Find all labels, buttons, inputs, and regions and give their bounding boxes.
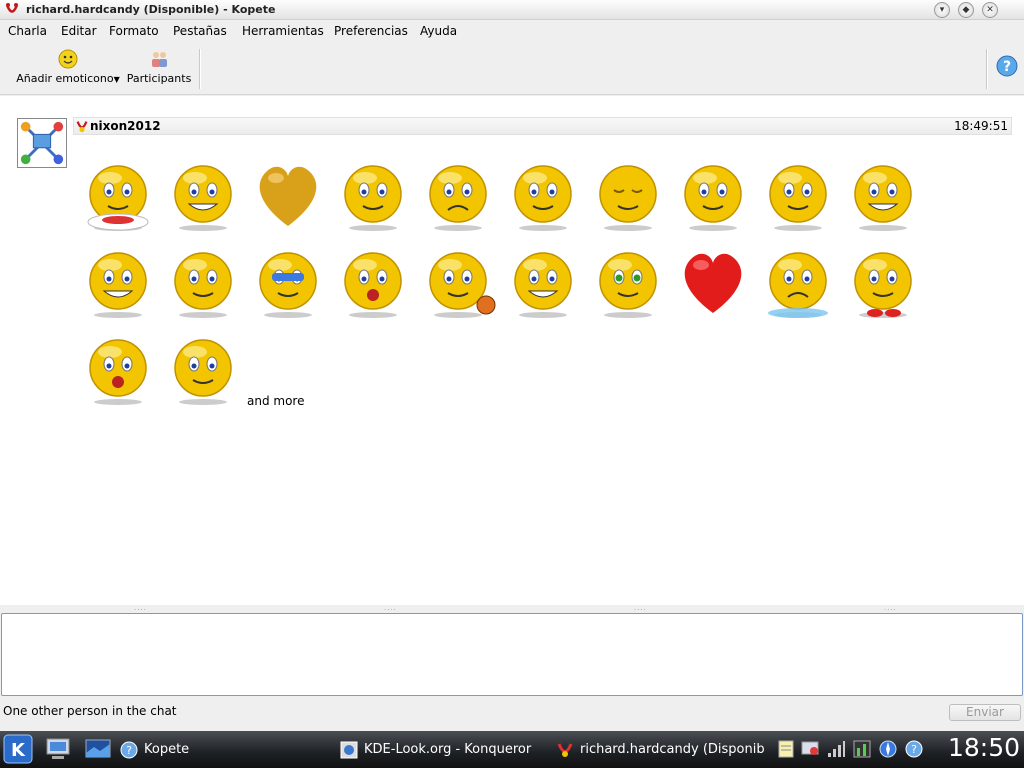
network-icon[interactable]	[800, 739, 820, 759]
participants-label: Participants	[126, 72, 192, 85]
computer-icon[interactable]	[44, 735, 72, 763]
task-kopete[interactable]: ? Kopete	[120, 739, 320, 761]
close-button[interactable]: ✕	[982, 2, 998, 18]
participants-button[interactable]: Participants	[126, 49, 192, 91]
green-eyes-emoticon-icon	[599, 252, 657, 318]
svg-text:?: ?	[911, 743, 917, 756]
phone-grin-emoticon-icon	[89, 252, 147, 318]
cellphone-talk-emoticon-icon	[174, 252, 232, 318]
task-kopete-chat[interactable]: richard.hardcandy (Disponible	[556, 739, 764, 761]
avatar	[17, 118, 67, 168]
message-header: nixon2012 18:49:51	[73, 117, 1012, 135]
birthday-cake-emoticon-icon	[514, 252, 572, 318]
kopete-icon: ?	[120, 741, 138, 758]
red-heart-emoticon-icon	[684, 253, 742, 313]
heart-gold-emoticon-icon	[259, 166, 317, 226]
task-label: KDE-Look.org - Konqueror	[364, 742, 532, 757]
menu-editar[interactable]: Editar	[61, 24, 97, 38]
toolbar-separator	[199, 49, 201, 89]
taskbar: K ? Kopete KDE-Look.org - Konqueror rich…	[0, 731, 1024, 768]
kopete-icon	[5, 3, 19, 13]
kopete-tray-icon[interactable]: ?	[904, 739, 924, 759]
participants-icon	[152, 52, 167, 67]
task-label: richard.hardcandy (Disponible	[580, 742, 764, 757]
task-konqueror[interactable]: KDE-Look.org - Konqueror	[340, 739, 540, 761]
toolbar-separator	[986, 49, 988, 89]
shrug-emoticon-icon	[174, 339, 232, 405]
svg-text:?: ?	[126, 744, 132, 757]
system-monitor-icon[interactable]	[852, 739, 872, 759]
kde-menu-icon[interactable]: K	[3, 734, 33, 764]
konqueror-icon	[340, 741, 358, 758]
sender-name: nixon2012	[90, 119, 161, 133]
pole-dancer-emoticon-icon	[769, 165, 827, 231]
and-more-text: and more	[247, 394, 305, 408]
clock: 18:50	[947, 733, 1020, 762]
splitter[interactable]: ···· ···· ···· ····	[0, 605, 1024, 614]
smiley-icon	[58, 49, 78, 69]
message-time: 18:49:51	[954, 119, 1008, 133]
minimize-button[interactable]: ▾	[934, 2, 950, 18]
message-input[interactable]	[1, 613, 1023, 696]
content-emoticon-icon	[599, 165, 657, 231]
chat-view: nixon2012 18:49:51 and more	[0, 96, 1024, 605]
crying-puddle-emoticon-icon	[768, 252, 828, 318]
worried-thumbs-down-emoticon-icon	[429, 165, 487, 231]
task-label: Kopete	[144, 742, 190, 757]
chat-status: One other person in the chat	[3, 704, 177, 718]
sunglasses-cool-emoticon-icon	[259, 252, 317, 318]
hand-face-emoticon-icon	[684, 165, 742, 231]
menu-ayuda[interactable]: Ayuda	[420, 24, 457, 38]
help-icon[interactable]: ?	[995, 54, 1019, 78]
toolbar: Añadir emoticono▼ Participants ?	[0, 43, 1024, 95]
menu-herramientas[interactable]: Herramientas	[242, 24, 324, 38]
menu-pestanas[interactable]: Pestañas	[173, 24, 227, 38]
menu-formato[interactable]: Formato	[109, 24, 159, 38]
desktop-icon[interactable]	[84, 735, 112, 763]
shocked-sweat-emoticon-icon	[89, 339, 147, 405]
menu-preferencias[interactable]: Preferencias	[334, 24, 408, 38]
notes-icon[interactable]	[776, 739, 796, 759]
tired-drink-emoticon-icon	[344, 165, 402, 231]
beer-drinker-emoticon-icon	[344, 252, 402, 318]
kopete-icon	[76, 121, 88, 133]
maximize-button[interactable]: ◆	[958, 2, 974, 18]
grimace-emoticon-icon	[854, 165, 912, 231]
send-button[interactable]: Enviar	[949, 704, 1021, 721]
menu-bar: Charla Editar Formato Pestañas Herramien…	[0, 20, 1024, 43]
grin-wave-emoticon-icon	[174, 165, 232, 231]
signal-icon[interactable]	[826, 739, 846, 759]
svg-text:?: ?	[1003, 59, 1011, 75]
basketball-emoticon-icon	[429, 252, 496, 318]
title-bar: richard.hardcandy (Disponible) - Kopete …	[0, 0, 1024, 20]
spaghetti-emoticon-icon	[87, 165, 149, 231]
compass-icon[interactable]	[878, 739, 898, 759]
window-title: richard.hardcandy (Disponible) - Kopete	[26, 3, 276, 16]
reading-emoticon-icon	[514, 165, 572, 231]
menu-charla[interactable]: Charla	[8, 24, 47, 38]
svg-text:K: K	[11, 740, 26, 761]
chevron-down-icon: ▼	[113, 75, 120, 84]
add-emoticon-label: Añadir emoticono	[16, 72, 114, 85]
add-emoticon-button[interactable]: Añadir emoticono▼	[16, 49, 120, 91]
sneakers-stand-emoticon-icon	[854, 252, 912, 318]
kopete-chat-icon	[557, 742, 573, 757]
